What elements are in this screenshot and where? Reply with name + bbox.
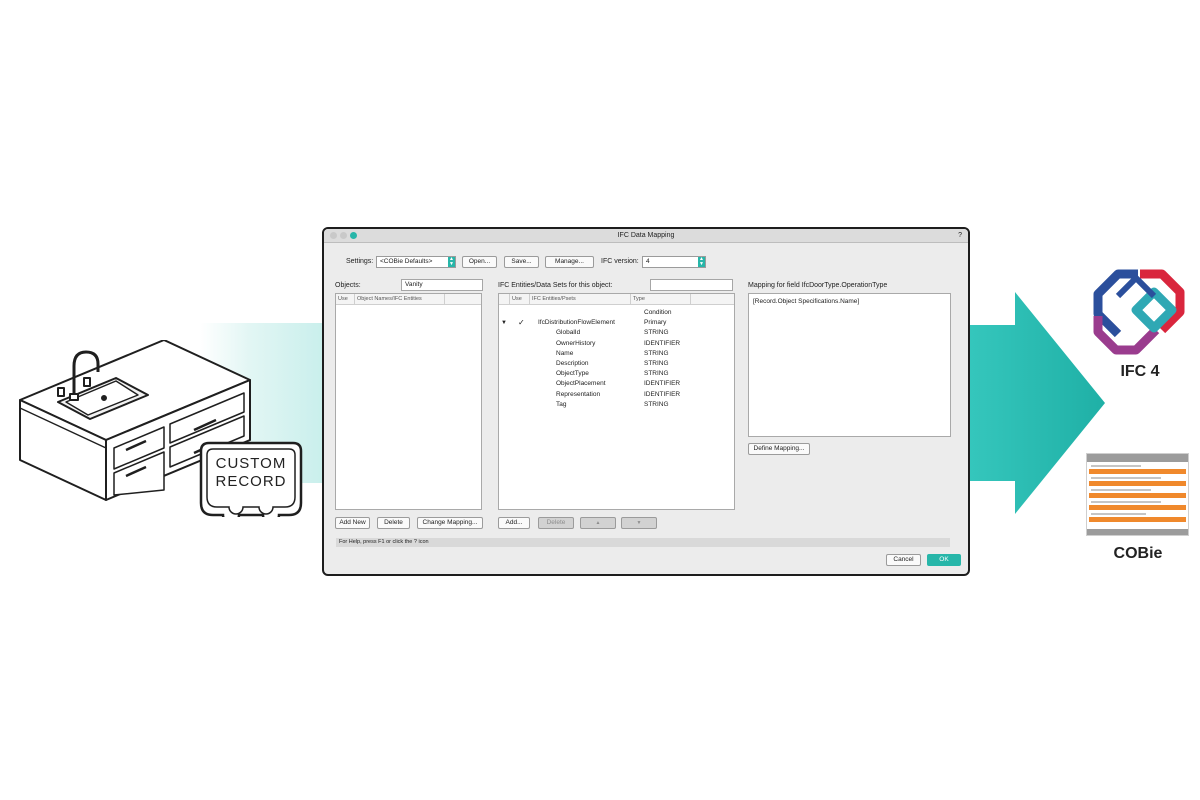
entity-type: IDENTIFIER	[644, 380, 681, 388]
entity-name: Tag	[556, 400, 567, 408]
entities-col-use[interactable]: Use	[512, 294, 522, 304]
entities-list: Use IFC Entities/Psets Type Condition ▼ ✓ I…	[498, 293, 735, 510]
entity-type: STRING	[644, 349, 669, 357]
add-entity-button[interactable]: Add...	[498, 517, 530, 529]
settings-value: <COBie Defaults>	[380, 258, 433, 265]
entity-type: STRING	[644, 360, 669, 367]
select-arrows-icon: ▲ ▼	[448, 256, 455, 267]
ifc-logo-icon	[1093, 269, 1185, 355]
add-new-button[interactable]: Add New	[335, 517, 370, 529]
objects-list: Use Object Names/IFC Entities ✓ Vanity	[335, 293, 482, 510]
define-mapping-button[interactable]: Define Mapping...	[748, 443, 810, 455]
object-name: Vanity	[362, 308, 380, 315]
manage-button[interactable]: Manage...	[545, 256, 594, 268]
objects-list-header: Use Object Names/IFC Entities	[336, 294, 481, 305]
objects-col-name[interactable]: Object Names/IFC Entities	[357, 294, 422, 304]
entity-name: Description	[556, 360, 589, 367]
entity-type: Primary	[644, 319, 667, 327]
entity-name: ObjectPlacement	[556, 380, 606, 388]
window-minimize-button[interactable]	[340, 232, 347, 239]
dialog-title: IFC Data Mapping	[617, 232, 675, 239]
entity-type: IDENTIFIER	[644, 339, 681, 347]
status-bar: For Help, press F1 or click the ? icon	[336, 538, 950, 547]
objects-label: Objects:	[335, 282, 361, 289]
custom-record-tag: CUSTOM RECORD	[199, 441, 303, 517]
entity-name: GlobalId	[556, 329, 581, 337]
entities-list-header: Use IFC Entities/Psets Type	[499, 294, 734, 305]
ifc-version-value: 4	[646, 258, 650, 265]
entity-name: OwnerHistory	[556, 339, 596, 347]
entity-name: Representation	[556, 390, 601, 398]
entities-label: IFC Entities/Data Sets for this object:	[498, 282, 613, 289]
help-button[interactable]: ?	[958, 229, 962, 242]
entities-col-type[interactable]: Type	[633, 294, 645, 304]
ifc-version-select[interactable]: 4 ▲ ▼	[642, 256, 706, 268]
entities-col-name[interactable]: IFC Entities/Psets	[532, 294, 576, 304]
entities-filter-input[interactable]	[650, 279, 733, 291]
mapping-expression-box[interactable]: [Record.Object Specifications.Name]	[748, 293, 951, 437]
entity-type: STRING	[644, 329, 669, 337]
change-mapping-button[interactable]: Change Mapping...	[417, 517, 483, 529]
entity-name: ObjectType	[556, 370, 589, 378]
objects-col-use[interactable]: Use	[338, 294, 348, 304]
expand-toggle-icon[interactable]: ▼	[501, 318, 507, 328]
select-arrows-icon: ▲ ▼	[698, 256, 705, 267]
delete-object-button[interactable]: Delete	[377, 517, 410, 529]
save-button[interactable]: Save...	[504, 256, 539, 268]
move-down-button[interactable]: ▼	[621, 517, 657, 529]
check-icon: ✓	[341, 307, 349, 317]
entity-type: Condition	[644, 309, 672, 316]
mapping-field-label: Mapping for field IfcDoorType.OperationT…	[748, 282, 888, 289]
settings-label: Settings:	[346, 258, 374, 265]
open-button[interactable]: Open...	[462, 256, 497, 268]
dialog-titlebar: IFC Data Mapping ?	[324, 229, 968, 243]
window-close-button[interactable]	[330, 232, 337, 239]
tag-line-custom: CUSTOM	[215, 455, 287, 472]
tag-line-record: RECORD	[215, 473, 287, 490]
entity-type: STRING	[644, 400, 669, 408]
cobie-logo-label: COBie	[1113, 545, 1163, 562]
delete-entity-button[interactable]: Delete	[538, 517, 574, 529]
entity-name: Name	[556, 349, 574, 357]
mapping-expression-text: [Record.Object Specifications.Name]	[753, 298, 860, 305]
entity-use-check-icon[interactable]: ✓	[518, 318, 525, 328]
entity-name: IfcDistributionFlowElement	[538, 319, 615, 327]
ifc-data-mapping-dialog: IFC Data Mapping ? Settings: <COBie Defa…	[322, 227, 970, 576]
cancel-button[interactable]: Cancel	[886, 554, 921, 566]
ifc-logo-label: IFC 4	[1120, 363, 1160, 380]
move-up-button[interactable]: ▲	[580, 517, 616, 529]
ok-button[interactable]: OK	[927, 554, 961, 566]
flow-arrow	[970, 292, 1105, 514]
entity-type: STRING	[644, 370, 669, 378]
settings-select[interactable]: <COBie Defaults> ▲ ▼	[376, 256, 456, 268]
window-zoom-button[interactable]	[350, 232, 357, 239]
entity-type: IDENTIFIER	[644, 390, 681, 398]
cobie-spreadsheet-icon	[1086, 453, 1189, 536]
objects-filter-input[interactable]: Vanity	[401, 279, 483, 291]
ifc-version-label: IFC version:	[601, 258, 639, 265]
